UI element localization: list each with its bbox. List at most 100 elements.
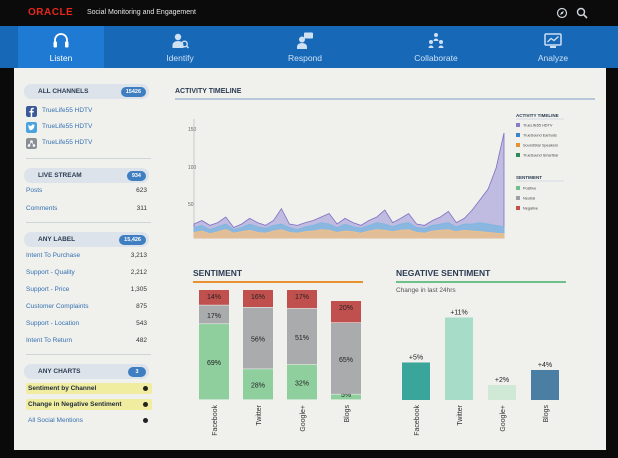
label-support-location[interactable]: Support - Location 543 [26, 317, 147, 331]
live-stream-comments[interactable]: Comments 311 [26, 202, 147, 216]
unselected-dot-icon [143, 418, 148, 423]
data-label: 14% [207, 294, 221, 301]
all-channels-header[interactable]: ALL CHANNELS 15426 [24, 84, 149, 99]
activity-title-underline [175, 98, 595, 100]
comments-label: Comments [26, 205, 58, 212]
sentiment-title: SENTIMENT [193, 268, 243, 278]
tab-collaborate[interactable]: Collaborate [395, 26, 477, 68]
channel-twitter[interactable]: TrueLife55 HDTV [26, 120, 147, 134]
tab-analyze-label: Analyze [537, 53, 569, 63]
negative-sentiment-subtitle: Change in last 24hrs [396, 287, 456, 294]
app-title: Social Monitoring and Engagement [87, 9, 196, 16]
data-label: +11% [450, 310, 468, 317]
label-item-name: Support - Price [26, 286, 70, 293]
label-customer-complaints[interactable]: Customer Complaints 875 [26, 300, 147, 314]
legend-title: ACTIVITY TIMELINE [516, 113, 559, 118]
legend-label: TrueSound Earbuds [523, 134, 557, 138]
label-item-value: 2,212 [130, 269, 147, 276]
data-label: 51% [295, 335, 309, 342]
label-item-name: Support - Quality [26, 269, 75, 276]
facebook-icon [26, 106, 37, 117]
headset-icon [53, 33, 69, 48]
category-label: Google+ [300, 405, 307, 432]
top-bar: ORACLE Social Monitoring and Engagement [0, 0, 618, 26]
selected-dot-icon [143, 402, 148, 407]
activity-series-group [193, 132, 505, 239]
sidebar: ALL CHANNELS 15426 TrueLife55 HDTV TrueL… [14, 74, 158, 432]
live-stream-header[interactable]: LIVE STREAM 934 [24, 168, 149, 183]
twitter-icon [26, 122, 37, 133]
tab-respond-label: Respond [287, 53, 323, 63]
tab-listen[interactable]: Listen [18, 26, 104, 68]
legend-label: Positive [523, 187, 536, 191]
label-intent-return[interactable]: Intent To Return 482 [26, 334, 147, 348]
activity-timeline-chart: 150 100 50 ACTIVITY TIMELINE TrueLife55 … [188, 113, 564, 239]
tab-respond[interactable]: Respond [265, 26, 345, 68]
negative-sentiment-underline [396, 281, 566, 283]
main-nav: Listen Identify Respond Collaborate Anal… [0, 26, 618, 68]
legend-label: Negative [523, 207, 538, 211]
label-item-value: 543 [136, 320, 147, 327]
y-tick-label: 100 [188, 165, 197, 171]
data-label: 69% [207, 360, 221, 367]
legend-label: SoundStar Speakers [523, 144, 558, 148]
category-label: Facebook [414, 405, 421, 436]
search-icon[interactable] [576, 7, 588, 19]
label-intent-purchase[interactable]: Intent To Purchase 3,213 [26, 249, 147, 263]
negative-sentiment-chart: +5% Facebook +11% Twitter +2% Google+ +4% Blogs [402, 310, 559, 436]
negative-sentiment-title: NEGATIVE SENTIMENT [396, 268, 491, 278]
person-search-icon [172, 33, 190, 49]
data-label: 20% [339, 305, 353, 312]
category-label: Blogs [344, 405, 351, 423]
oracle-logo: ORACLE [28, 7, 74, 18]
data-label: 16% [251, 294, 265, 301]
legend-swatch [516, 196, 520, 200]
posts-value: 623 [136, 187, 147, 194]
any-label-header[interactable]: ANY LABEL 15,426 [24, 232, 149, 247]
chart-sentiment-by-channel[interactable]: Sentiment by Channel [26, 383, 152, 394]
chart-change-negative-sentiment[interactable]: Change in Negative Sentiment [26, 399, 152, 410]
label-item-name: Customer Complaints [26, 303, 89, 310]
sentiment-underline [193, 281, 363, 283]
person-chat-icon [297, 32, 313, 49]
posts-label: Posts [26, 187, 43, 194]
chart-item-label: Sentiment by Channel [28, 385, 97, 392]
tab-identify[interactable]: Identify [140, 26, 220, 68]
data-label: 65% [339, 357, 353, 364]
data-label: 17% [207, 313, 221, 320]
tab-identify-label: Identify [166, 53, 194, 63]
compass-icon[interactable] [556, 7, 568, 19]
live-stream-posts[interactable]: Posts 623 [26, 184, 147, 198]
legend-swatch [516, 123, 520, 127]
team-icon [428, 33, 444, 48]
tab-listen-label: Listen [49, 53, 73, 63]
label-support-quality[interactable]: Support - Quality 2,212 [26, 266, 147, 280]
tab-analyze[interactable]: Analyze [515, 26, 591, 68]
label-support-price[interactable]: Support - Price 1,305 [26, 283, 147, 297]
any-charts-header[interactable]: ANY CHARTS 3 [24, 364, 149, 379]
label-item-value: 1,305 [130, 286, 147, 293]
category-label: Google+ [500, 405, 507, 432]
any-charts-count: 3 [128, 366, 146, 377]
data-label: 28% [251, 383, 265, 390]
all-channels-title: ALL CHANNELS [38, 88, 89, 95]
legend-label: TrueLife55 HDTV [523, 124, 553, 128]
chart-all-social-mentions[interactable]: All Social Mentions [26, 415, 152, 426]
channel-facebook-label: TrueLife55 HDTV [42, 107, 93, 114]
label-item-name: Intent To Return [26, 337, 73, 344]
channel-facebook[interactable]: TrueLife55 HDTV [26, 104, 147, 118]
legend-swatch [516, 186, 520, 190]
y-tick-label: 50 [188, 202, 194, 208]
legend-title: SENTIMENT [516, 175, 542, 180]
series-area [193, 132, 505, 239]
activity-timeline-title: ACTIVITY TIMELINE [175, 88, 242, 95]
tab-collaborate-label: Collaborate [414, 53, 458, 63]
label-item-value: 875 [136, 303, 147, 310]
all-channels-count: 15426 [120, 86, 146, 97]
channel-network[interactable]: TrueLife55 HDTV [26, 136, 147, 150]
selected-dot-icon [143, 386, 148, 391]
legend-swatch [516, 143, 520, 147]
data-label: 32% [295, 380, 309, 387]
bar [445, 317, 473, 400]
y-tick-label: 150 [188, 127, 197, 133]
